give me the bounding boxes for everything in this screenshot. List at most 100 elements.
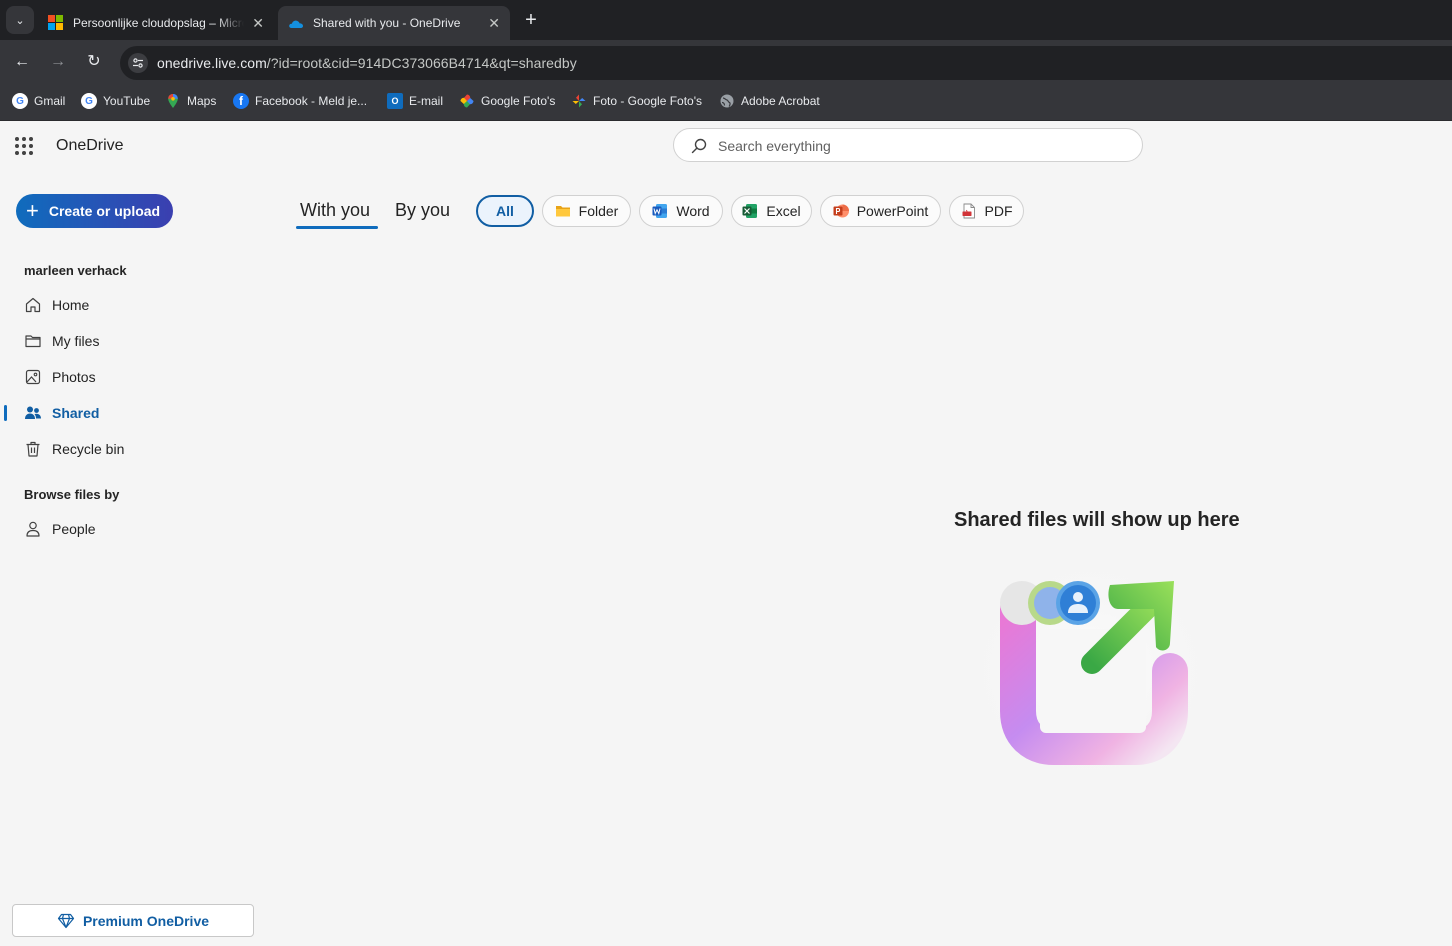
bookmark-label: Maps	[187, 94, 217, 108]
home-icon	[25, 297, 41, 313]
forward-arrow-icon[interactable]: →	[46, 50, 70, 74]
microsoft-logo-icon	[48, 15, 64, 31]
close-tab-icon[interactable]: ✕	[488, 15, 500, 32]
filter-label: Folder	[578, 203, 619, 219]
bookmark-label: Google Foto's	[481, 94, 556, 108]
search-input[interactable]	[718, 137, 1118, 155]
browser-toolbar: ← → ↻ onedrive.live.com/?id=root&cid=914…	[0, 40, 1452, 81]
nav-item-people[interactable]: People	[24, 518, 96, 540]
reload-icon[interactable]: ↻	[82, 50, 106, 74]
onedrive-brand[interactable]: OneDrive	[56, 137, 124, 155]
account-name: marleen verhack	[24, 263, 127, 278]
nav-label: Shared	[52, 405, 100, 421]
nav-label: Photos	[52, 369, 96, 385]
maps-pin-icon	[168, 94, 178, 108]
search-icon	[691, 138, 707, 154]
bookmark-label: Adobe Acrobat	[741, 94, 820, 108]
pivot-selected-underline	[296, 226, 378, 229]
bookmark-label: Gmail	[34, 94, 66, 108]
filter-powerpoint[interactable]: PowerPoint	[820, 195, 941, 227]
google-icon: G	[12, 93, 28, 109]
filter-folder[interactable]: Folder	[542, 195, 631, 227]
google-icon: G	[81, 93, 97, 109]
bookmark-label: Foto - Google Foto's	[593, 94, 703, 108]
shared-files-illustration	[960, 551, 1220, 791]
powerpoint-icon	[833, 204, 849, 218]
bookmark-gmail[interactable]: G Gmail	[12, 92, 65, 110]
bookmarks-bar: G Gmail G YouTube Maps f Facebook - Meld…	[0, 81, 1452, 121]
image-icon	[25, 369, 41, 385]
tab-title: Persoonlijke cloudopslag – Microsoft One…	[73, 16, 244, 30]
filter-excel[interactable]: Excel	[731, 195, 812, 227]
diamond-icon	[57, 913, 75, 928]
pdf-icon	[962, 203, 975, 219]
create-or-upload-button[interactable]: + Create or upload	[16, 194, 173, 228]
bookmark-label: E-mail	[409, 94, 444, 108]
bookmark-google-photos[interactable]: Google Foto's	[459, 92, 555, 110]
google-photos-icon	[460, 94, 474, 108]
word-icon	[652, 204, 668, 218]
nav-label: Recycle bin	[52, 441, 125, 457]
excel-icon	[742, 204, 758, 218]
person-icon	[26, 521, 40, 537]
tab-title: Shared with you - OneDrive	[313, 16, 461, 30]
google-photos-icon	[572, 94, 586, 108]
globe-icon	[720, 94, 734, 108]
nav-item-shared[interactable]: Shared	[24, 402, 99, 424]
bookmark-email[interactable]: O E-mail	[387, 92, 443, 110]
active-nav-indicator	[4, 405, 7, 421]
bookmark-label: YouTube	[103, 94, 151, 108]
bookmark-adobe-acrobat[interactable]: Adobe Acrobat	[719, 92, 820, 110]
new-tab-plus-icon[interactable]: +	[520, 9, 542, 31]
address-bar[interactable]: onedrive.live.com/?id=root&cid=914DC3730…	[120, 46, 1452, 80]
filter-all[interactable]: All	[476, 195, 534, 227]
onedrive-cloud-icon	[289, 20, 304, 28]
people-icon	[25, 406, 41, 419]
filter-pdf[interactable]: PDF	[949, 195, 1024, 227]
search-box[interactable]	[673, 128, 1143, 162]
url-text: onedrive.live.com/?id=root&cid=914DC3730…	[157, 55, 577, 71]
premium-label: Premium OneDrive	[82, 912, 210, 929]
app-launcher-waffle-icon[interactable]	[15, 137, 33, 155]
pivot-with-you[interactable]: With you	[300, 200, 370, 221]
filter-label: Word	[676, 203, 710, 219]
nav-item-photos[interactable]: Photos	[24, 366, 96, 388]
outlook-icon: O	[387, 93, 403, 109]
filter-word[interactable]: Word	[639, 195, 723, 227]
back-arrow-icon[interactable]: ←	[10, 50, 34, 74]
nav-label: Home	[52, 297, 90, 313]
filter-label: Excel	[766, 203, 801, 219]
browser-tab-strip: ⌄ Persoonlijke cloudopslag – Microsoft O…	[0, 0, 1452, 40]
nav-item-my-files[interactable]: My files	[24, 330, 99, 352]
filter-label: All	[496, 203, 514, 219]
facebook-icon: f	[233, 93, 249, 109]
filter-label: PowerPoint	[856, 203, 929, 219]
browser-tab-shared-with-you[interactable]: Shared with you - OneDrive ✕	[278, 6, 510, 40]
nav-item-home[interactable]: Home	[24, 294, 89, 316]
folder-icon	[25, 335, 41, 348]
bookmark-label: Facebook - Meld je...	[255, 94, 368, 108]
nav-label: People	[52, 521, 96, 537]
nav-item-recycle-bin[interactable]: Recycle bin	[24, 438, 124, 460]
folder-color-icon	[555, 206, 570, 217]
onedrive-app: OneDrive + Create or upload marleen verh…	[0, 121, 1452, 946]
plus-icon: +	[26, 198, 39, 223]
browser-tab-onedrive-storage[interactable]: Persoonlijke cloudopslag – Microsoft One…	[38, 6, 274, 40]
bookmark-facebook[interactable]: f Facebook - Meld je...	[233, 92, 367, 110]
tab-search-chevron-icon[interactable]: ⌄	[6, 6, 34, 34]
bookmark-youtube[interactable]: G YouTube	[81, 92, 150, 110]
bookmark-foto-google-photos[interactable]: Foto - Google Foto's	[571, 92, 702, 110]
bookmark-maps[interactable]: Maps	[165, 92, 216, 110]
premium-onedrive-button[interactable]: Premium OneDrive	[12, 904, 254, 937]
site-settings-icon[interactable]	[128, 53, 148, 73]
pivot-by-you[interactable]: By you	[395, 200, 450, 221]
filter-label: PDF	[984, 203, 1013, 219]
close-tab-icon[interactable]: ✕	[252, 15, 264, 32]
create-or-upload-label: Create or upload	[48, 203, 161, 219]
nav-label: My files	[52, 333, 100, 349]
url-host: onedrive.live.com	[157, 55, 267, 71]
browse-files-heading: Browse files by	[24, 487, 120, 502]
url-path: /?id=root&cid=914DC373066B4714&qt=shared…	[266, 55, 577, 71]
empty-state-title: Shared files will show up here	[954, 509, 1240, 531]
trash-icon	[26, 441, 40, 457]
